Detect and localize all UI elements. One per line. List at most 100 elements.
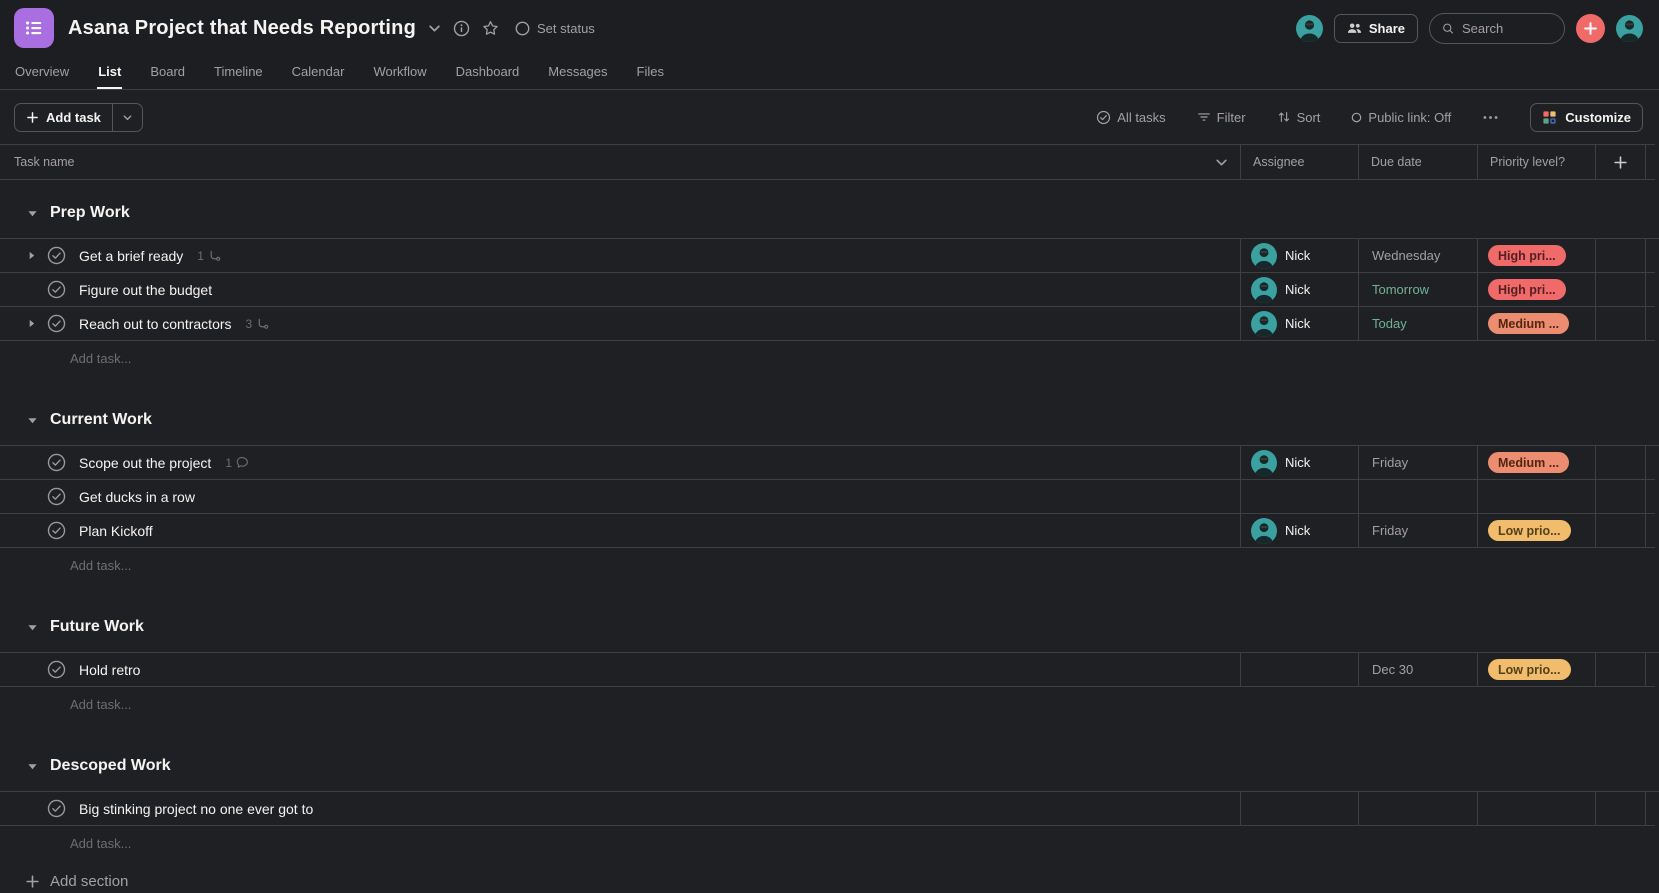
task-row[interactable]: Scope out the project 1 Nick Friday Medi… [0, 446, 1655, 480]
column-header-assignee[interactable]: Assignee [1240, 145, 1358, 179]
section-header[interactable]: Descoped Work [0, 748, 1659, 784]
filter-button[interactable]: Filter [1197, 110, 1246, 125]
task-row[interactable]: Big stinking project no one ever got to [0, 792, 1655, 826]
add-task-button[interactable]: Add task [14, 102, 143, 132]
task-name-cell[interactable]: Plan Kickoff [0, 514, 1240, 547]
all-tasks-filter-button[interactable]: All tasks [1096, 110, 1166, 125]
priority-pill[interactable]: High pri... [1488, 279, 1566, 300]
assignee-cell[interactable] [1240, 653, 1358, 686]
public-link-button[interactable]: Public link: Off [1351, 110, 1451, 125]
due-date-cell[interactable]: Friday [1358, 446, 1477, 479]
priority-pill[interactable]: Low prio... [1488, 659, 1571, 680]
priority-cell[interactable]: Low prio... [1477, 514, 1595, 547]
complete-task-icon[interactable] [47, 453, 66, 472]
complete-task-icon[interactable] [47, 246, 66, 265]
expand-arrow-icon[interactable] [27, 319, 47, 328]
tab-timeline[interactable]: Timeline [213, 56, 264, 89]
project-logo-icon[interactable] [14, 8, 54, 48]
priority-pill[interactable]: High pri... [1488, 245, 1566, 266]
add-task-row[interactable]: Add task... [0, 826, 1659, 860]
complete-task-icon[interactable] [47, 660, 66, 679]
task-row[interactable]: Get a brief ready 1 Nick Wednesday High … [0, 239, 1655, 273]
task-row[interactable]: Plan Kickoff Nick Friday Low prio... [0, 514, 1655, 548]
tab-workflow[interactable]: Workflow [372, 56, 427, 89]
search-input[interactable] [1462, 20, 1552, 36]
task-name-cell[interactable]: Scope out the project 1 [0, 446, 1240, 479]
member-avatar[interactable] [1295, 14, 1323, 42]
priority-cell[interactable] [1477, 480, 1595, 513]
add-task-row[interactable]: Add task... [0, 341, 1659, 375]
task-name[interactable]: Reach out to contractors [79, 316, 232, 332]
task-row[interactable]: Hold retro Dec 30 Low prio... [0, 653, 1655, 687]
title-dropdown-chevron-icon[interactable] [428, 22, 441, 35]
priority-pill[interactable]: Low prio... [1488, 520, 1571, 541]
assignee-cell[interactable]: Nick [1240, 514, 1358, 547]
due-date-cell[interactable]: Wednesday [1358, 239, 1477, 272]
complete-task-icon[interactable] [47, 799, 66, 818]
task-name-cell[interactable]: Big stinking project no one ever got to [0, 792, 1240, 825]
section-collapse-chevron-icon[interactable] [27, 622, 38, 633]
task-name-cell[interactable]: Get ducks in a row [0, 480, 1240, 513]
complete-task-icon[interactable] [47, 521, 66, 540]
assignee-cell[interactable]: Nick [1240, 273, 1358, 306]
task-row[interactable]: Reach out to contractors 3 Nick Today Me… [0, 307, 1655, 341]
priority-cell[interactable] [1477, 792, 1595, 825]
search-bar[interactable] [1429, 12, 1565, 44]
task-name-cell[interactable]: Figure out the budget [0, 273, 1240, 306]
create-button[interactable] [1576, 13, 1605, 43]
assignee-cell[interactable]: Nick [1240, 239, 1358, 272]
section-collapse-chevron-icon[interactable] [27, 761, 38, 772]
section-header[interactable]: Current Work [0, 402, 1659, 438]
column-chevron-down-icon[interactable] [1215, 156, 1228, 169]
add-task-row[interactable]: Add task... [0, 548, 1659, 582]
tab-overview[interactable]: Overview [14, 56, 70, 89]
priority-cell[interactable]: High pri... [1477, 273, 1595, 306]
tab-calendar[interactable]: Calendar [291, 56, 346, 89]
add-column-button[interactable] [1595, 145, 1645, 179]
column-header-due-date[interactable]: Due date [1358, 145, 1477, 179]
due-date-cell[interactable] [1358, 480, 1477, 513]
section-header[interactable]: Future Work [0, 609, 1659, 645]
assignee-cell[interactable] [1240, 480, 1358, 513]
task-name-cell[interactable]: Get a brief ready 1 [0, 239, 1240, 272]
due-date-cell[interactable] [1358, 792, 1477, 825]
task-name[interactable]: Figure out the budget [79, 282, 212, 298]
assignee-cell[interactable]: Nick [1240, 307, 1358, 340]
section-header[interactable]: Prep Work [0, 195, 1659, 231]
column-header-priority[interactable]: Priority level? [1477, 145, 1595, 179]
task-name[interactable]: Get a brief ready [79, 248, 183, 264]
complete-task-icon[interactable] [47, 314, 66, 333]
task-name-cell[interactable]: Hold retro [0, 653, 1240, 686]
due-date-cell[interactable]: Dec 30 [1358, 653, 1477, 686]
priority-cell[interactable]: Low prio... [1477, 653, 1595, 686]
tab-messages[interactable]: Messages [547, 56, 608, 89]
task-name[interactable]: Scope out the project [79, 455, 211, 471]
due-date-cell[interactable]: Friday [1358, 514, 1477, 547]
user-avatar[interactable] [1616, 14, 1643, 42]
priority-cell[interactable]: High pri... [1477, 239, 1595, 272]
set-status-button[interactable]: Set status [515, 21, 595, 36]
add-section-button[interactable]: Add section [25, 873, 1659, 890]
task-row[interactable]: Figure out the budget Nick Tomorrow High… [0, 273, 1655, 307]
share-button[interactable]: Share [1333, 13, 1418, 43]
column-header-task-name[interactable]: Task name [0, 145, 1240, 179]
task-name[interactable]: Big stinking project no one ever got to [79, 801, 313, 817]
add-task-dropdown-chevron-icon[interactable] [111, 103, 142, 131]
section-collapse-chevron-icon[interactable] [27, 208, 38, 219]
task-name-cell[interactable]: Reach out to contractors 3 [0, 307, 1240, 340]
more-options-button[interactable] [1482, 111, 1499, 124]
tab-list[interactable]: List [97, 56, 123, 89]
tab-files[interactable]: Files [636, 56, 665, 89]
favorite-star-icon[interactable] [482, 20, 499, 37]
priority-pill[interactable]: Medium ... [1488, 452, 1570, 473]
due-date-cell[interactable]: Tomorrow [1358, 273, 1477, 306]
expand-arrow-icon[interactable] [27, 251, 47, 260]
section-collapse-chevron-icon[interactable] [27, 415, 38, 426]
assignee-cell[interactable] [1240, 792, 1358, 825]
complete-task-icon[interactable] [47, 280, 66, 299]
due-date-cell[interactable]: Today [1358, 307, 1477, 340]
customize-button[interactable]: Customize [1530, 102, 1643, 132]
task-name[interactable]: Plan Kickoff [79, 523, 153, 539]
assignee-cell[interactable]: Nick [1240, 446, 1358, 479]
task-name[interactable]: Get ducks in a row [79, 489, 195, 505]
